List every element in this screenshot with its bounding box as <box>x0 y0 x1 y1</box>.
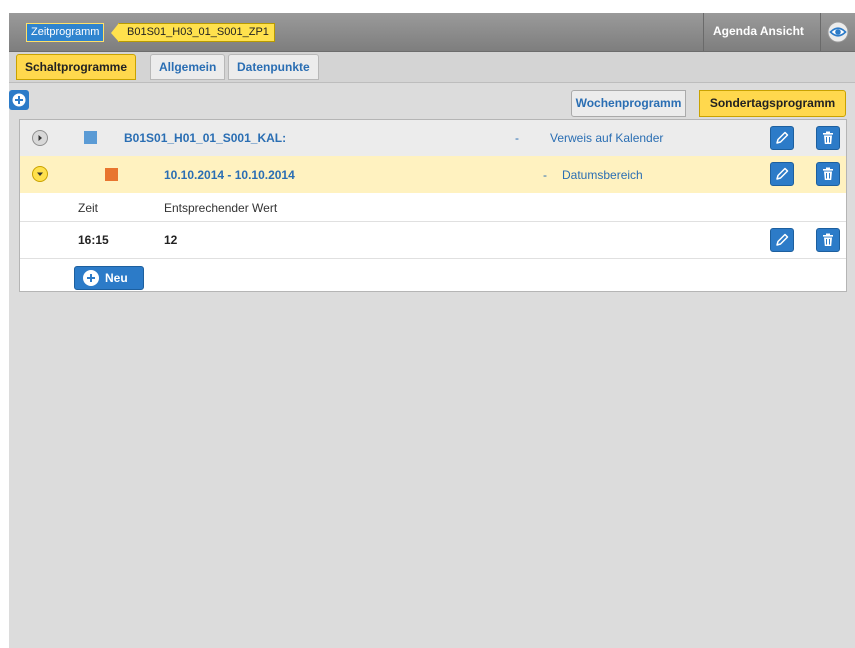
new-button[interactable]: Neu <box>74 266 144 290</box>
edit-date-range-button[interactable] <box>770 162 794 186</box>
title-bar: Zeitprogramm B01S01_H03_01_S001_ZP1 Agen… <box>9 13 855 52</box>
delete-date-range-button[interactable] <box>816 162 840 186</box>
edit-value-button[interactable] <box>770 228 794 252</box>
breadcrumb-zeitprogramm[interactable]: Zeitprogramm <box>26 23 105 42</box>
row-value: 12 <box>164 233 178 247</box>
calendar-type-label: Verweis auf Kalender <box>550 131 664 145</box>
edit-calendar-button[interactable] <box>770 126 794 150</box>
column-header-value: Entsprechender Wert <box>164 201 278 215</box>
tab-schaltprogramme[interactable]: Schaltprogramme <box>16 54 137 80</box>
program-panel: B01S01_H01_01_S001_KAL: - Verweis auf Ka… <box>19 119 847 292</box>
collapse-toggle-icon[interactable] <box>32 166 48 182</box>
expand-toggle-icon[interactable] <box>32 130 48 146</box>
app-window: Zeitprogramm B01S01_H03_01_S001_ZP1 Agen… <box>9 13 855 648</box>
tab-bar: Schaltprogramme Allgemein Datenpunkte <box>9 52 855 83</box>
delete-calendar-button[interactable] <box>816 126 840 150</box>
agenda-view-label: Agenda Ansicht <box>713 24 804 38</box>
calendar-color-swatch <box>84 131 97 144</box>
calendar-separator: - <box>515 131 519 145</box>
row-time: 16:15 <box>78 233 109 247</box>
week-program-button[interactable]: Wochenprogramm <box>571 90 686 117</box>
plus-icon <box>83 270 99 286</box>
trash-icon <box>823 131 833 144</box>
add-program-button[interactable] <box>9 90 29 110</box>
date-range-separator: - <box>543 168 547 182</box>
calendar-reference-row: B01S01_H01_01_S001_KAL: - Verweis auf Ka… <box>20 120 846 156</box>
new-button-label: Neu <box>105 271 128 285</box>
trash-icon <box>823 233 833 246</box>
column-header-zeit: Zeit <box>78 201 99 215</box>
agenda-view-button[interactable]: Agenda Ansicht <box>703 13 855 51</box>
eye-icon[interactable] <box>820 13 855 51</box>
trash-icon <box>823 167 833 180</box>
tab-allgemein[interactable]: Allgemein <box>150 54 226 80</box>
calendar-name: B01S01_H01_01_S001_KAL: <box>124 131 287 145</box>
delete-value-button[interactable] <box>816 228 840 252</box>
breadcrumb-current-program: B01S01_H03_01_S001_ZP1 <box>111 23 275 42</box>
toolbar: Wochenprogramm Sondertagsprogramm <box>9 83 855 119</box>
table-row: 16:15 12 <box>20 222 846 259</box>
plus-icon <box>12 93 26 107</box>
date-range-type-label: Datumsbereich <box>562 168 643 182</box>
date-range-row: 10.10.2014 - 10.10.2014 - Datumsbereich <box>20 156 846 193</box>
tab-datenpunkte[interactable]: Datenpunkte <box>228 54 319 80</box>
pencil-icon <box>776 233 789 246</box>
special-day-program-button[interactable]: Sondertagsprogramm <box>699 90 846 117</box>
pencil-icon <box>776 131 789 144</box>
date-range-color-swatch <box>105 168 118 181</box>
pencil-icon <box>776 167 789 180</box>
value-table-header: Zeit Entsprechender Wert <box>20 193 846 222</box>
new-entry-row: Neu <box>20 259 846 291</box>
date-range-text: 10.10.2014 - 10.10.2014 <box>164 168 295 182</box>
